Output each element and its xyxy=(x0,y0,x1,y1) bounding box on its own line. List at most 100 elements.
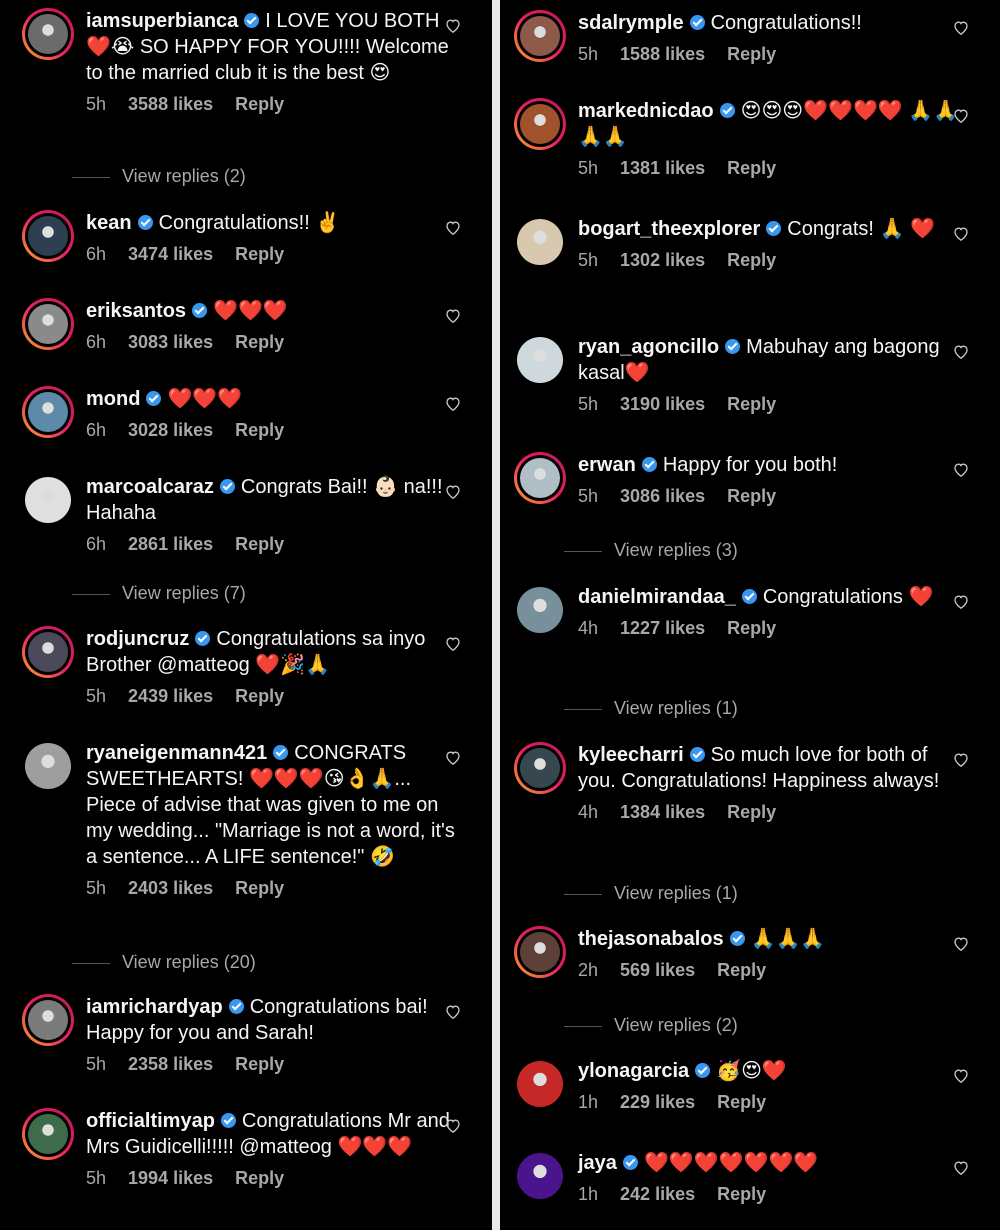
avatar[interactable] xyxy=(514,334,566,386)
avatar[interactable] xyxy=(514,926,566,978)
heart-outline-icon[interactable] xyxy=(952,936,970,954)
reply-button[interactable]: Reply xyxy=(717,1184,766,1204)
username-link[interactable]: iamrichardyap xyxy=(86,996,223,1018)
likes-count[interactable]: 1384 likes xyxy=(620,802,705,822)
avatar[interactable] xyxy=(514,10,566,62)
username-link[interactable]: jaya xyxy=(578,1152,617,1174)
username-link[interactable]: kean xyxy=(86,212,132,234)
reply-button[interactable]: Reply xyxy=(727,802,776,822)
reply-button[interactable]: Reply xyxy=(717,1092,766,1112)
reply-button[interactable]: Reply xyxy=(235,94,284,114)
username-link[interactable]: officialtimyap xyxy=(86,1110,215,1132)
likes-count[interactable]: 3083 likes xyxy=(128,332,213,352)
heart-outline-icon[interactable] xyxy=(444,1004,462,1022)
view-replies-link[interactable]: View replies (3) xyxy=(564,540,738,561)
reply-button[interactable]: Reply xyxy=(235,534,284,554)
username-link[interactable]: sdalrymple xyxy=(578,12,684,34)
heart-outline-icon[interactable] xyxy=(444,1118,462,1136)
reply-button[interactable]: Reply xyxy=(235,332,284,352)
username-link[interactable]: markednicdao xyxy=(578,100,714,122)
avatar[interactable] xyxy=(22,210,74,262)
username-link[interactable]: ryaneigenmann421 xyxy=(86,742,267,764)
avatar[interactable] xyxy=(22,740,74,792)
view-replies-link[interactable]: View replies (1) xyxy=(564,883,738,904)
avatar[interactable] xyxy=(22,386,74,438)
avatar[interactable] xyxy=(22,1108,74,1160)
view-replies-link[interactable]: View replies (20) xyxy=(72,952,256,973)
reply-button[interactable]: Reply xyxy=(727,44,776,64)
username-link[interactable]: erwan xyxy=(578,454,636,476)
avatar[interactable] xyxy=(514,452,566,504)
avatar[interactable] xyxy=(514,98,566,150)
heart-outline-icon[interactable] xyxy=(952,344,970,362)
reply-button[interactable]: Reply xyxy=(727,158,776,178)
view-replies-link[interactable]: View replies (7) xyxy=(72,583,246,604)
view-replies-link[interactable]: View replies (2) xyxy=(564,1015,738,1036)
reply-button[interactable]: Reply xyxy=(727,486,776,506)
likes-count[interactable]: 1381 likes xyxy=(620,158,705,178)
likes-count[interactable]: 229 likes xyxy=(620,1092,695,1112)
username-link[interactable]: eriksantos xyxy=(86,300,186,322)
heart-outline-icon[interactable] xyxy=(444,220,462,238)
heart-outline-icon[interactable] xyxy=(444,484,462,502)
avatar[interactable] xyxy=(22,626,74,678)
username-link[interactable]: thejasonabalos xyxy=(578,928,724,950)
likes-count[interactable]: 2439 likes xyxy=(128,686,213,706)
avatar[interactable] xyxy=(514,584,566,636)
heart-outline-icon[interactable] xyxy=(952,108,970,126)
reply-button[interactable]: Reply xyxy=(235,1054,284,1074)
likes-count[interactable]: 3028 likes xyxy=(128,420,213,440)
view-replies-link[interactable]: View replies (2) xyxy=(72,166,246,187)
heart-outline-icon[interactable] xyxy=(952,594,970,612)
reply-button[interactable]: Reply xyxy=(727,618,776,638)
likes-count[interactable]: 3588 likes xyxy=(128,94,213,114)
heart-outline-icon[interactable] xyxy=(444,750,462,768)
heart-outline-icon[interactable] xyxy=(444,636,462,654)
reply-button[interactable]: Reply xyxy=(235,878,284,898)
reply-button[interactable]: Reply xyxy=(717,960,766,980)
avatar[interactable] xyxy=(514,742,566,794)
reply-button[interactable]: Reply xyxy=(727,250,776,270)
avatar[interactable] xyxy=(22,994,74,1046)
reply-button[interactable]: Reply xyxy=(235,244,284,264)
username-link[interactable]: mond xyxy=(86,388,140,410)
avatar[interactable] xyxy=(22,298,74,350)
heart-outline-icon[interactable] xyxy=(444,18,462,36)
heart-outline-icon[interactable] xyxy=(952,1068,970,1086)
username-link[interactable]: iamsuperbianca xyxy=(86,10,238,32)
view-replies-link[interactable]: View replies (1) xyxy=(564,698,738,719)
username-link[interactable]: danielmirandaa_ xyxy=(578,586,736,608)
heart-outline-icon[interactable] xyxy=(952,226,970,244)
username-link[interactable]: kyleecharri xyxy=(578,744,684,766)
heart-outline-icon[interactable] xyxy=(952,752,970,770)
username-link[interactable]: bogart_theexplorer xyxy=(578,218,760,240)
likes-count[interactable]: 3190 likes xyxy=(620,394,705,414)
avatar[interactable] xyxy=(22,474,74,526)
heart-outline-icon[interactable] xyxy=(952,462,970,480)
username-link[interactable]: rodjuncruz xyxy=(86,628,189,650)
avatar[interactable] xyxy=(514,1058,566,1110)
reply-button[interactable]: Reply xyxy=(235,1168,284,1188)
heart-outline-icon[interactable] xyxy=(444,396,462,414)
likes-count[interactable]: 3474 likes xyxy=(128,244,213,264)
likes-count[interactable]: 2861 likes xyxy=(128,534,213,554)
likes-count[interactable]: 1994 likes xyxy=(128,1168,213,1188)
username-link[interactable]: ylonagarcia xyxy=(578,1060,689,1082)
likes-count[interactable]: 1302 likes xyxy=(620,250,705,270)
likes-count[interactable]: 569 likes xyxy=(620,960,695,980)
likes-count[interactable]: 1588 likes xyxy=(620,44,705,64)
likes-count[interactable]: 242 likes xyxy=(620,1184,695,1204)
username-link[interactable]: marcoalcaraz xyxy=(86,476,214,498)
reply-button[interactable]: Reply xyxy=(235,420,284,440)
avatar[interactable] xyxy=(514,1150,566,1202)
avatar[interactable] xyxy=(514,216,566,268)
likes-count[interactable]: 2358 likes xyxy=(128,1054,213,1074)
heart-outline-icon[interactable] xyxy=(952,20,970,38)
likes-count[interactable]: 2403 likes xyxy=(128,878,213,898)
reply-button[interactable]: Reply xyxy=(235,686,284,706)
heart-outline-icon[interactable] xyxy=(952,1160,970,1178)
heart-outline-icon[interactable] xyxy=(444,308,462,326)
likes-count[interactable]: 1227 likes xyxy=(620,618,705,638)
reply-button[interactable]: Reply xyxy=(727,394,776,414)
likes-count[interactable]: 3086 likes xyxy=(620,486,705,506)
